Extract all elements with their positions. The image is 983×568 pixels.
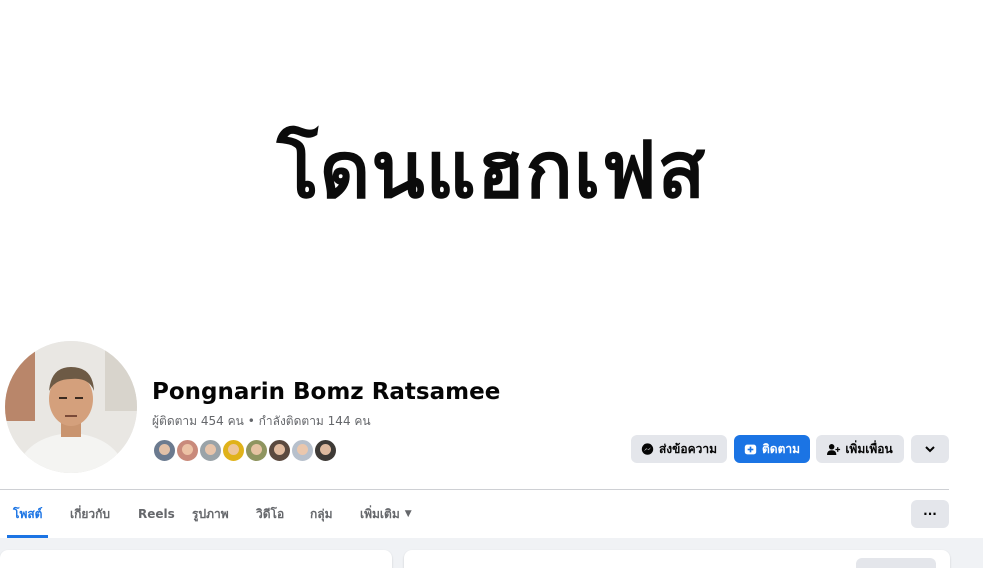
friend-avatar[interactable]: [221, 438, 246, 463]
tab-label: รูปภาพ: [192, 506, 229, 521]
friend-avatar-face: [205, 444, 216, 455]
friend-avatar[interactable]: [267, 438, 292, 463]
caret-down-icon: ▼: [404, 509, 412, 519]
tab-label: เกี่ยวกับ: [70, 506, 111, 521]
add-friend-button-label: เพิ่มเพื่อน: [845, 441, 893, 456]
friend-avatars: [152, 438, 338, 463]
friend-avatar[interactable]: [152, 438, 177, 463]
friend-avatar-face: [228, 444, 239, 455]
tab-label: Reels: [138, 507, 175, 521]
profile-more-button[interactable]: [911, 435, 949, 463]
tab-label: โพสต์: [13, 506, 43, 521]
follow-button[interactable]: ติดตาม: [734, 435, 810, 463]
add-friend-icon: [827, 442, 841, 456]
tab-label: วิดีโอ: [256, 506, 285, 521]
cover-text: โดนแฮกเฟส: [276, 126, 707, 216]
cover-photo[interactable]: โดนแฮกเฟส: [0, 0, 983, 355]
tab-photos[interactable]: รูปภาพ: [192, 490, 229, 538]
following-label[interactable]: กำลังติดตาม: [259, 414, 324, 428]
followers-unit: คน: [227, 414, 244, 428]
friend-avatar[interactable]: [244, 438, 269, 463]
tab-label: เพิ่มเติม: [360, 506, 400, 521]
friend-avatar-face: [274, 444, 285, 455]
friend-avatar-face: [182, 444, 193, 455]
tab-posts[interactable]: โพสต์: [6, 490, 50, 538]
message-button-label: ส่งข้อความ: [658, 441, 717, 456]
tab-more[interactable]: เพิ่มเติม ▼: [360, 490, 412, 538]
tab-groups[interactable]: กลุ่ม: [310, 490, 333, 538]
avatar-photo: [5, 341, 137, 473]
friend-avatar-face: [297, 444, 308, 455]
chevron-down-icon: [925, 442, 935, 456]
posts-card: [404, 550, 950, 568]
following-unit: คน: [354, 414, 371, 428]
followers-count[interactable]: 454: [201, 414, 224, 428]
tabs-more-button[interactable]: ···: [911, 500, 949, 528]
tab-reels[interactable]: Reels: [138, 490, 175, 538]
filter-button[interactable]: [856, 558, 936, 568]
profile-name: Pongnarin Bomz Ratsamee: [152, 379, 501, 405]
friend-avatar-face: [251, 444, 262, 455]
friend-avatar[interactable]: [198, 438, 223, 463]
friend-avatar-face: [320, 444, 331, 455]
follow-button-label: ติดตาม: [761, 441, 801, 456]
follow-stats: ผู้ติดตาม 454 คน • กำลังติดตาม 144 คน: [152, 412, 371, 431]
friend-avatar[interactable]: [290, 438, 315, 463]
profile-avatar[interactable]: [2, 338, 140, 476]
intro-card: [0, 550, 392, 568]
followers-label[interactable]: ผู้ติดตาม: [152, 414, 197, 428]
tab-about[interactable]: เกี่ยวกับ: [70, 490, 110, 538]
stats-separator: •: [247, 414, 255, 428]
follow-icon: [744, 442, 758, 456]
friend-avatar-face: [159, 444, 170, 455]
following-count[interactable]: 144: [328, 414, 351, 428]
more-dots-icon: ···: [923, 507, 937, 521]
friend-avatar[interactable]: [313, 438, 338, 463]
add-friend-button[interactable]: เพิ่มเพื่อน: [816, 435, 904, 463]
friend-avatar[interactable]: [175, 438, 200, 463]
messenger-icon: [641, 442, 655, 456]
tab-label: กลุ่ม: [310, 506, 333, 521]
tab-videos[interactable]: วิดีโอ: [256, 490, 284, 538]
message-button[interactable]: ส่งข้อความ: [631, 435, 727, 463]
